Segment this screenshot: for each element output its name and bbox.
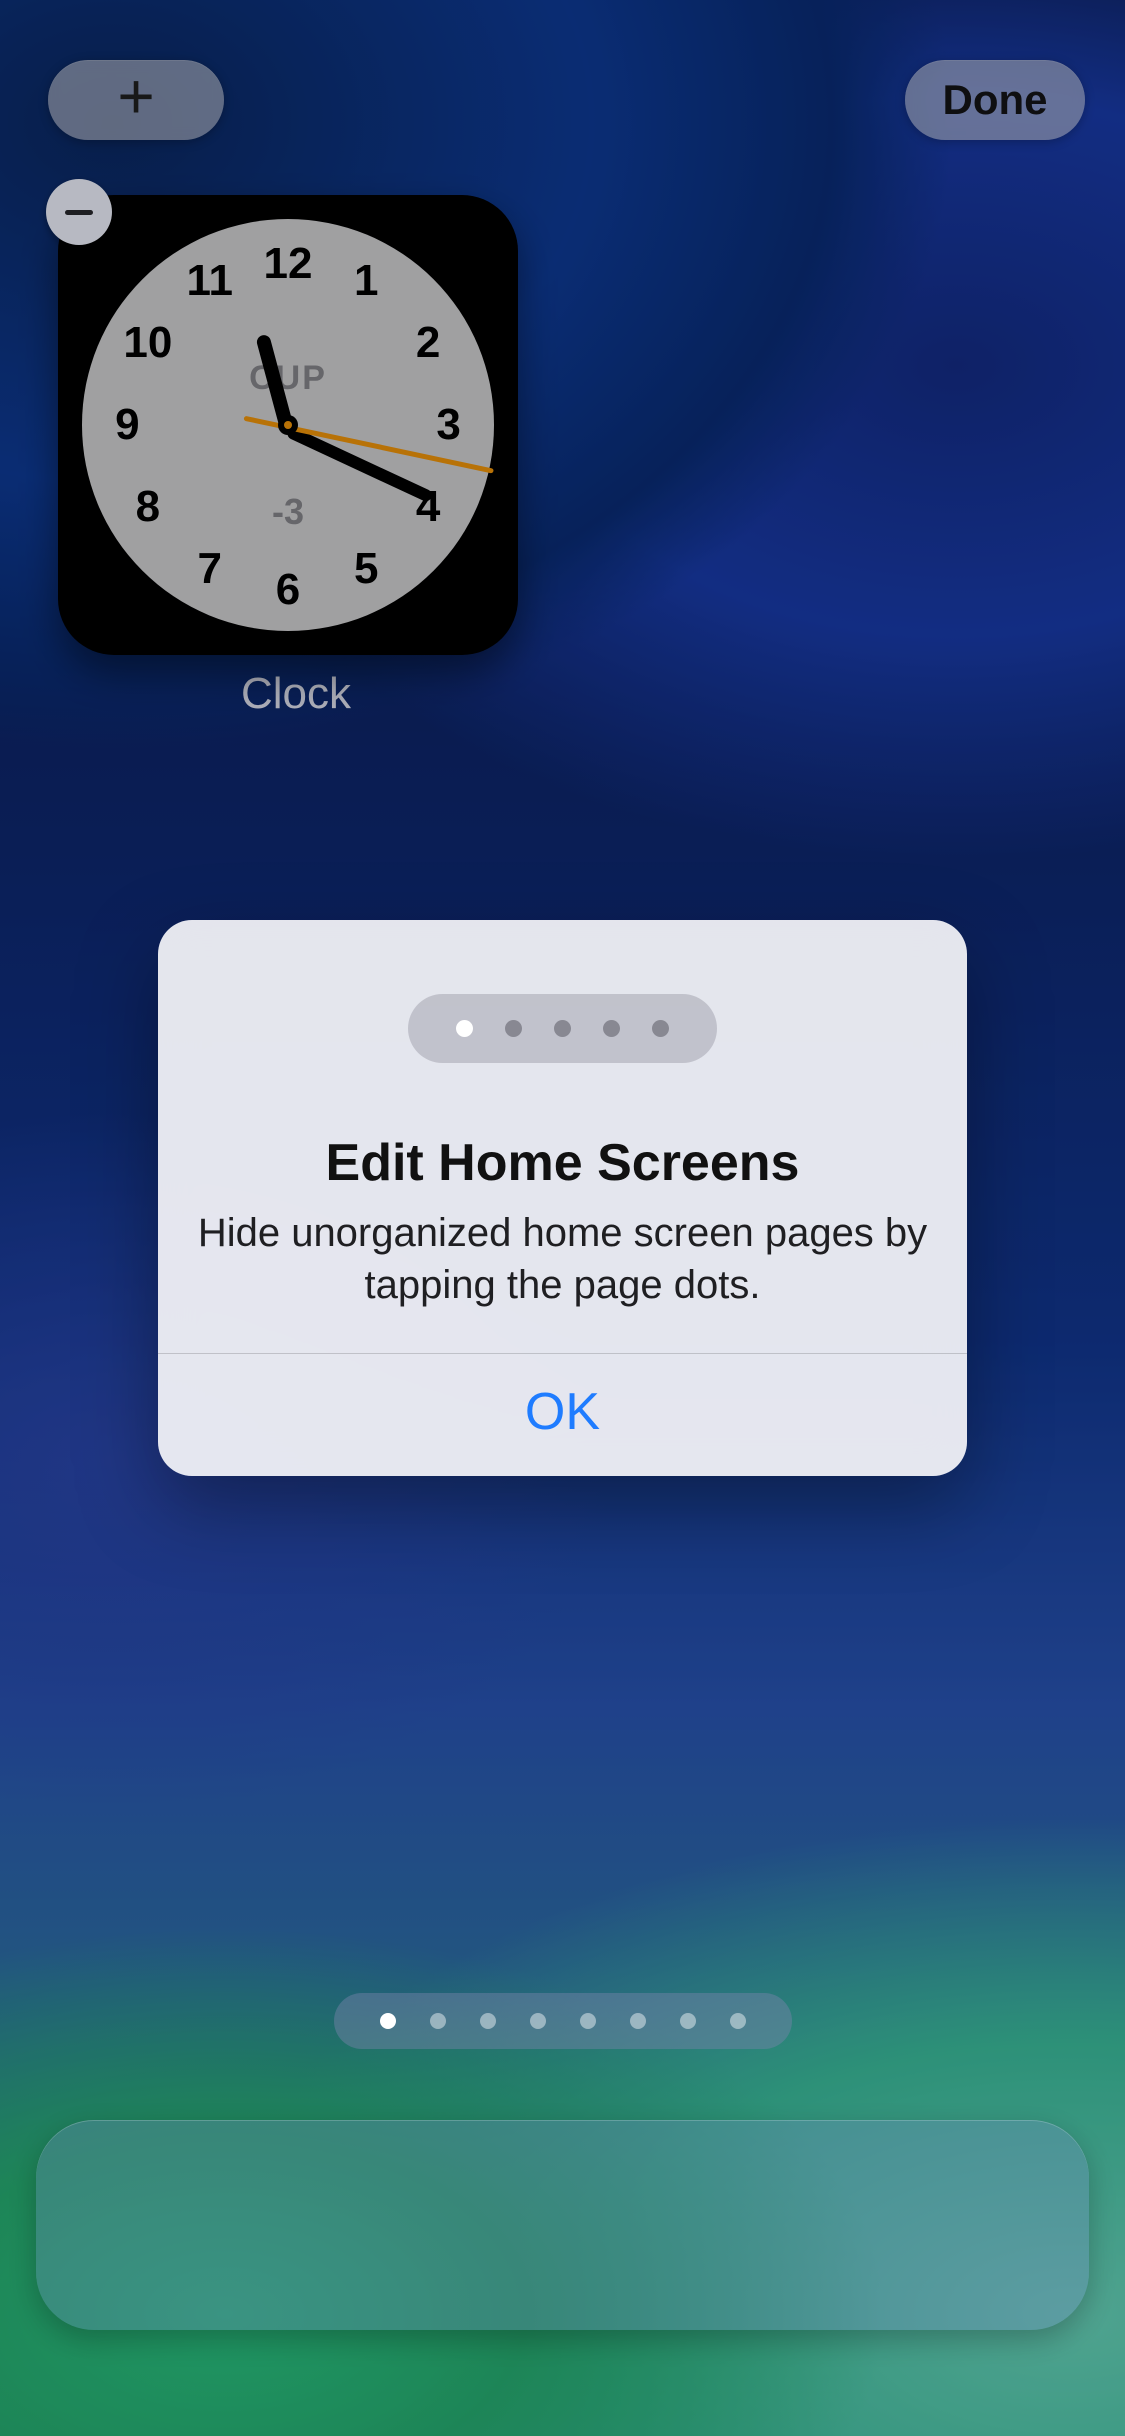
remove-widget-button[interactable] [46,179,112,245]
dock [36,2120,1089,2330]
page-dot[interactable] [730,2013,746,2029]
alert-dot [505,1020,522,1037]
alert-dot [603,1020,620,1037]
home-screen-edit: + Done 12 1 2 3 4 5 6 7 8 9 10 11 [0,0,1125,2436]
page-dot[interactable] [630,2013,646,2029]
page-dot[interactable] [480,2013,496,2029]
alert-body: Hide unorganized home screen pages by ta… [194,1207,931,1311]
alert-ok-button[interactable]: OK [158,1354,967,1476]
alert-illustration [158,920,967,1063]
page-dot[interactable] [680,2013,696,2029]
page-dot[interactable] [530,2013,546,2029]
alert-dot [554,1020,571,1037]
minus-icon [65,210,93,215]
page-indicator[interactable] [334,1993,792,2049]
alert-title: Edit Home Screens [158,1133,967,1193]
edit-home-screens-alert: Edit Home Screens Hide unorganized home … [158,920,967,1476]
alert-dot [652,1020,669,1037]
page-dot[interactable] [430,2013,446,2029]
page-dot[interactable] [580,2013,596,2029]
page-dot[interactable] [380,2013,396,2029]
alert-page-dots [408,994,717,1063]
alert-dot [456,1020,473,1037]
